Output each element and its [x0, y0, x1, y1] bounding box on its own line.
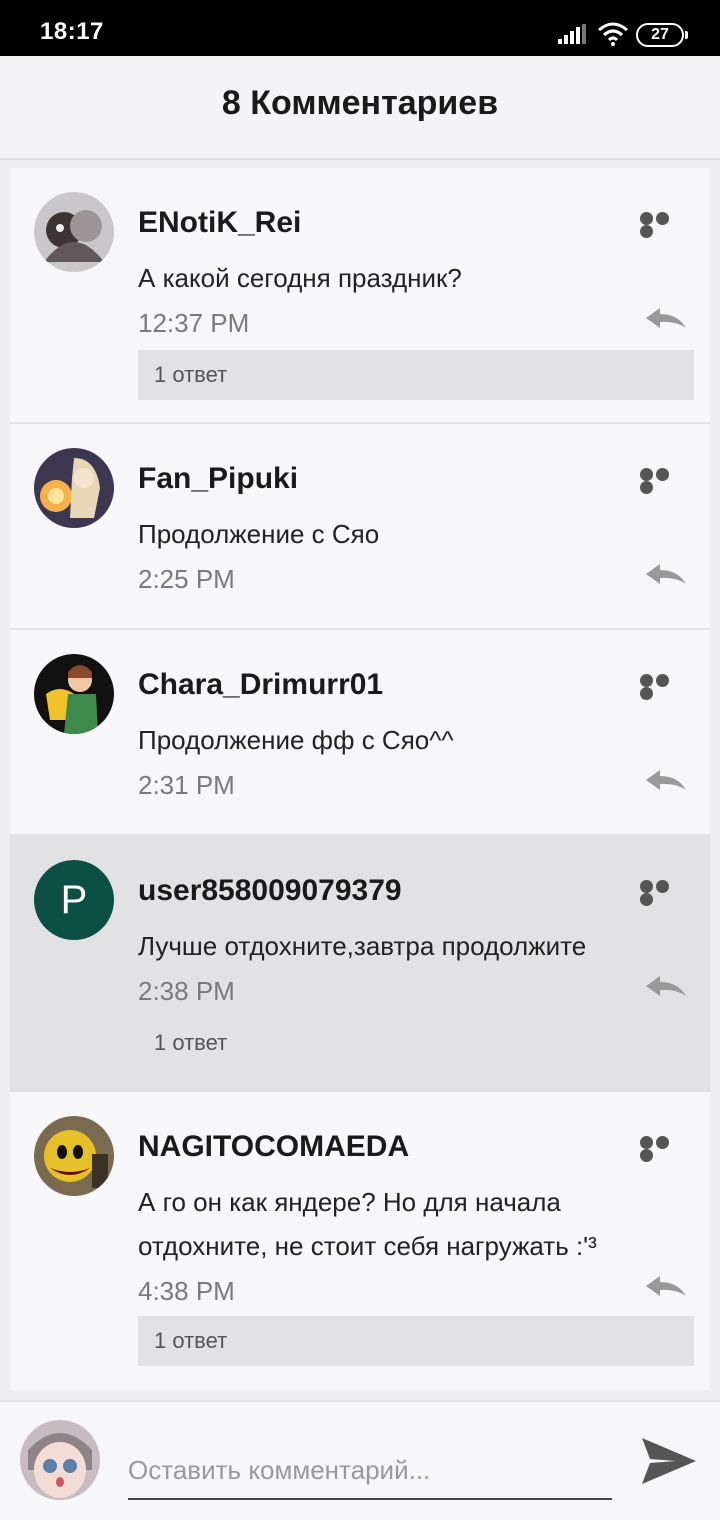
comment-text-line: отдохните, не стоит себя нагружать :'³: [138, 1231, 597, 1261]
battery-level: 27: [651, 26, 669, 43]
reply-icon[interactable]: [644, 306, 688, 334]
comment-time: 2:31 PM: [138, 770, 235, 800]
replies-button[interactable]: 1 ответ: [138, 350, 694, 400]
more-icon[interactable]: [640, 880, 686, 906]
replies-button[interactable]: 1 ответ: [138, 1316, 694, 1366]
send-icon[interactable]: [640, 1432, 698, 1490]
comment-username[interactable]: Fan_Pipuki: [138, 462, 298, 496]
avatar[interactable]: [34, 1116, 114, 1196]
signal-icon: [558, 24, 586, 44]
comment-text: А го он как яндере? Но для начала отдохн…: [138, 1180, 698, 1268]
status-bar: 18:17 27: [0, 0, 720, 56]
comment-time: 4:38 PM: [138, 1276, 235, 1306]
comment-item[interactable]: Fan_Pipuki Продолжение с Сяо 2:25 PM: [10, 424, 710, 630]
more-icon[interactable]: [640, 468, 686, 494]
more-icon[interactable]: [640, 1136, 686, 1162]
comment-text: Лучше отдохните,завтра продолжите: [138, 931, 587, 961]
comment-time: 12:37 PM: [138, 308, 250, 338]
comment-username[interactable]: NAGITOCOMAEDA: [138, 1130, 409, 1164]
page-title: 8 Комментариев: [221, 84, 499, 122]
current-user-avatar[interactable]: [20, 1420, 100, 1500]
comment-time: 2:25 PM: [138, 564, 235, 594]
reply-icon[interactable]: [644, 974, 688, 1002]
replies-button[interactable]: 1 ответ: [138, 1018, 694, 1068]
comment-item[interactable]: NAGITOCOMAEDA А го он как яндере? Но для…: [10, 1092, 710, 1390]
more-icon[interactable]: [640, 212, 686, 238]
comment-composer: [0, 1400, 720, 1520]
comment-text-line: А го он как яндере? Но для начала: [138, 1187, 561, 1217]
reply-icon[interactable]: [644, 1274, 688, 1302]
more-icon[interactable]: [640, 674, 686, 700]
comment-text: А какой сегодня праздник?: [138, 263, 462, 293]
comment-item[interactable]: P user858009079379 Лучше отдохните,завтр…: [10, 836, 710, 1092]
reply-icon[interactable]: [644, 562, 688, 590]
comment-text: Продолжение фф с Сяо^^: [138, 725, 454, 755]
comment-time: 2:38 PM: [138, 976, 235, 1006]
status-time: 18:17: [40, 18, 104, 45]
comment-item[interactable]: Chara_Drimurr01 Продолжение фф с Сяо^^ 2…: [10, 630, 710, 836]
reply-icon[interactable]: [644, 768, 688, 796]
comments-list[interactable]: ENotiK_Rei А какой сегодня праздник? 12:…: [10, 168, 710, 1390]
avatar[interactable]: [34, 654, 114, 734]
comment-text: Продолжение с Сяо: [138, 519, 380, 549]
comment-username[interactable]: user858009079379: [138, 874, 402, 908]
comments-header: 8 Комментариев: [0, 56, 720, 160]
avatar[interactable]: [34, 448, 114, 528]
avatar[interactable]: P: [34, 860, 114, 940]
wifi-icon: [598, 22, 628, 46]
comment-username[interactable]: ENotiK_Rei: [138, 206, 301, 240]
comment-username[interactable]: Chara_Drimurr01: [138, 668, 383, 702]
comment-input[interactable]: [128, 1442, 612, 1500]
battery-icon: 27: [636, 23, 688, 47]
comment-item[interactable]: ENotiK_Rei А какой сегодня праздник? 12:…: [10, 168, 710, 424]
avatar[interactable]: [34, 192, 114, 272]
